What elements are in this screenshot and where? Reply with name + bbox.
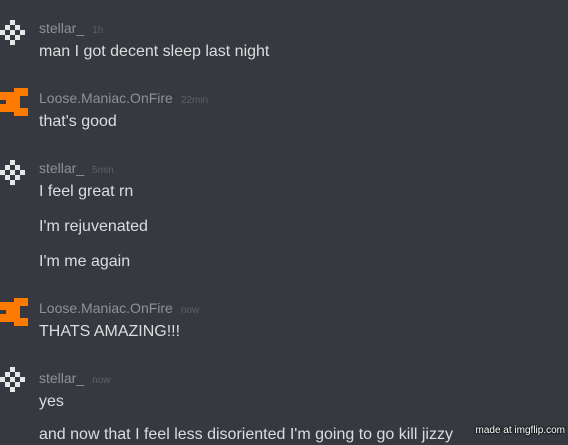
message-text: and now that I feel less disoriented I'm… (39, 426, 453, 443)
checkered-diamond-icon[interactable] (0, 18, 30, 48)
message-text: I feel great rn (39, 183, 134, 200)
message-header: stellar_ 1h (39, 20, 103, 39)
message-header: Loose.Maniac.OnFire 22min (39, 90, 208, 109)
username[interactable]: Loose.Maniac.OnFire (39, 90, 173, 106)
username[interactable]: stellar_ (39, 20, 84, 36)
message-header: Loose.Maniac.OnFire now (39, 300, 199, 319)
timestamp: now (92, 375, 111, 386)
timestamp: now (180, 305, 200, 316)
message-text: yes (39, 393, 64, 410)
orange-bracket-icon[interactable] (0, 296, 30, 326)
timestamp: 22min (180, 95, 209, 106)
timestamp: 1h (92, 25, 104, 36)
checkered-diamond-icon[interactable] (0, 158, 30, 188)
message-header: stellar_ now (39, 370, 111, 389)
orange-bracket-icon[interactable] (0, 86, 30, 116)
username[interactable]: stellar_ (39, 160, 84, 176)
message-text: that's good (39, 113, 117, 130)
message-text: THATS AMAZING!!! (39, 323, 181, 340)
message-text: man I got decent sleep last night (39, 43, 270, 60)
username[interactable]: Loose.Maniac.OnFire (39, 300, 173, 316)
message-header: stellar_ 5min (39, 160, 114, 179)
timestamp: 5min (92, 165, 114, 176)
checkered-diamond-icon[interactable] (0, 365, 30, 395)
message-text: I'm me again (39, 253, 131, 270)
watermark: made at imgflip.com (475, 425, 565, 436)
message-text: I'm rejuvenated (39, 218, 148, 235)
chat-log: stellar_ 1h man I got decent sleep last n… (0, 0, 568, 443)
username[interactable]: stellar_ (39, 370, 84, 386)
